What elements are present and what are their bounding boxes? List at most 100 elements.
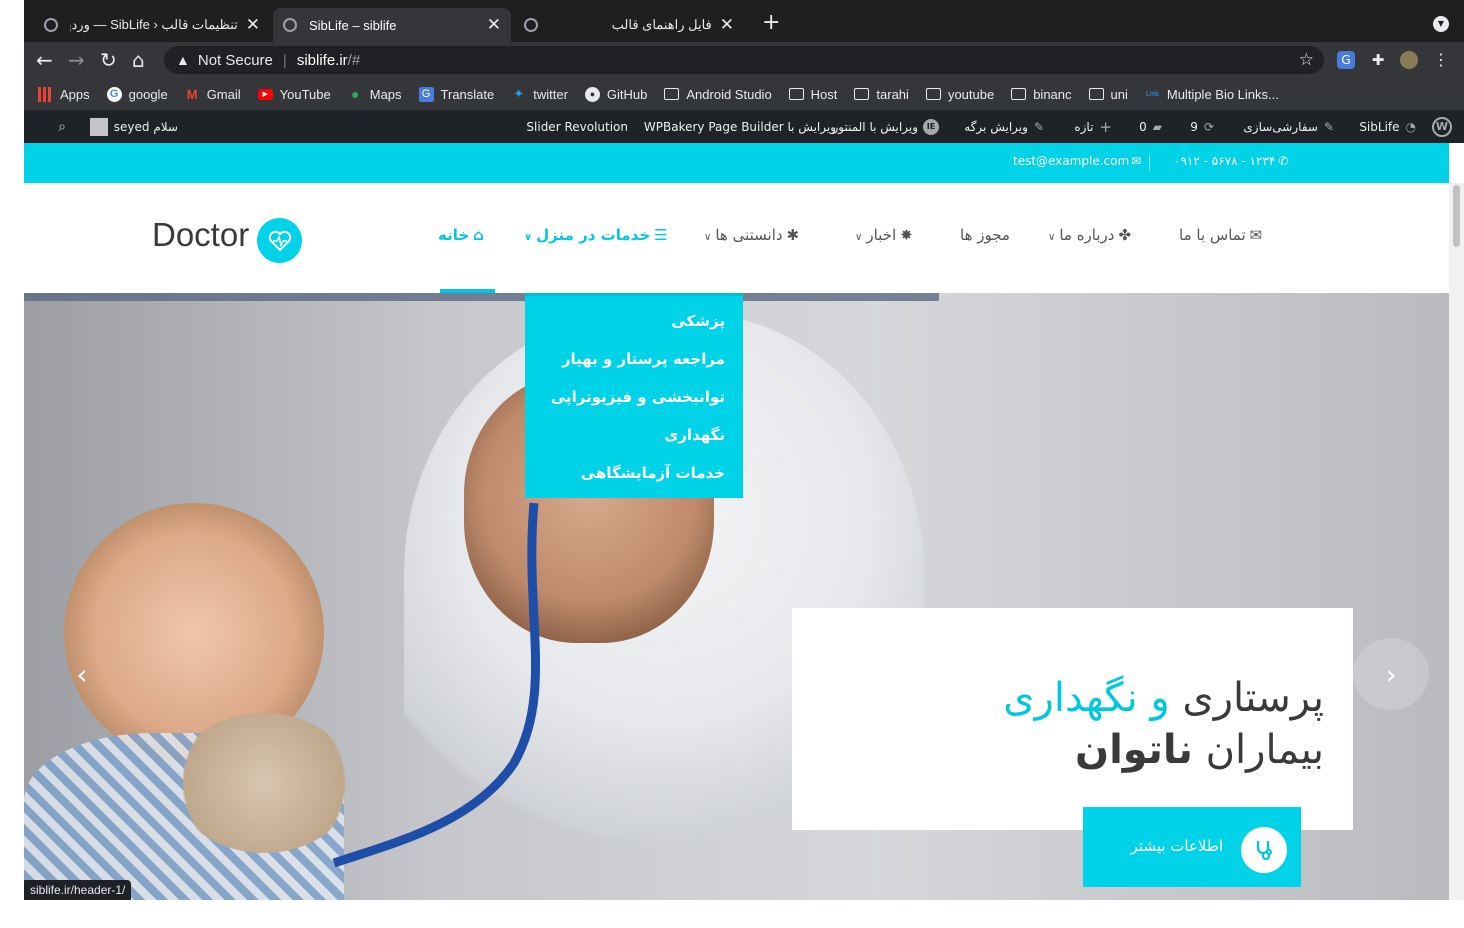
- updates-count: 9: [1190, 119, 1198, 134]
- edit-page-label: ویرایش برگه: [964, 119, 1028, 134]
- bookmark-host[interactable]: Host: [788, 87, 837, 102]
- admin-edit-page[interactable]: ✎ ویرایش برگه: [964, 110, 1044, 143]
- bookmark-google[interactable]: Ggoogle: [106, 86, 168, 102]
- menu-item-home[interactable]: ⌂خانه: [438, 226, 484, 244]
- menu-item-licenses[interactable]: مجوز ها: [960, 226, 1010, 244]
- bookmark-android-studio[interactable]: Android Studio: [664, 86, 772, 102]
- search-icon[interactable]: ⌕: [58, 110, 66, 143]
- envelope-icon: ✉: [1249, 226, 1263, 244]
- dropdown-item-medical[interactable]: پزشکی: [543, 308, 725, 346]
- bookmark-uni[interactable]: uni: [1088, 87, 1128, 102]
- admin-new[interactable]: + تازه: [1074, 110, 1112, 143]
- close-icon[interactable]: ✕: [487, 15, 501, 35]
- elementor-icon: IE: [923, 118, 939, 135]
- bookmark-apps[interactable]: Apps: [38, 86, 90, 102]
- close-icon[interactable]: ✕: [246, 15, 260, 35]
- bookmark-label: Maps: [369, 86, 402, 102]
- tab-theme-settings[interactable]: تنظیمات قالب ‹ SibLife — وردپرس ✕: [34, 8, 270, 42]
- forward-icon[interactable]: →: [68, 48, 85, 72]
- dropdown-item-nurse-visit[interactable]: مراجعه پرستار و بهیار: [543, 346, 725, 384]
- hero-text: پرستاری: [1182, 675, 1324, 721]
- bookmark-label: Android Studio: [686, 86, 772, 102]
- menu-item-contact[interactable]: ✉تماس با ما: [1179, 226, 1262, 244]
- site-logo-text[interactable]: Doctor: [152, 216, 249, 254]
- globe-icon: [283, 18, 297, 32]
- bookmark-label: GitHub: [606, 86, 648, 102]
- menu-label: خانه: [438, 226, 470, 244]
- github-icon: ●: [584, 86, 600, 102]
- phone-contact[interactable]: ۰۹۱۲ - ۵۶۷۸ - ۱۲۳۴ ✆: [1174, 154, 1288, 168]
- translate-extension-icon[interactable]: G: [1337, 51, 1355, 69]
- scrollbar-thumb[interactable]: [1453, 185, 1460, 247]
- bookmark-star-icon[interactable]: ☆: [1299, 50, 1314, 70]
- reload-icon[interactable]: ↻: [100, 48, 117, 72]
- chevron-down-icon: ∨: [1048, 232, 1056, 243]
- folder-icon: [788, 87, 804, 102]
- folder-icon: [1011, 87, 1027, 102]
- address-bar[interactable]: ▲ Not Secure | siblife.ir /# ☆: [164, 46, 1324, 74]
- phone-text: ۰۹۱۲ - ۵۶۷۸ - ۱۲۳۴: [1174, 154, 1276, 168]
- extensions-puzzle-icon[interactable]: ✚: [1369, 51, 1387, 69]
- wordpress-logo[interactable]: W: [1432, 110, 1452, 143]
- back-icon[interactable]: ←: [36, 48, 53, 72]
- new-tab-button[interactable]: +: [762, 12, 780, 34]
- admin-site-name[interactable]: ◔ SibLife: [1359, 110, 1416, 143]
- more-info-button[interactable]: اطلاعات بیشتر: [1083, 807, 1301, 887]
- bookmark-label: binanc: [1033, 86, 1072, 102]
- top-info-bar: ۰۹۱۲ - ۵۶۷۸ - ۱۲۳۴ ✆ test@example.com ✉: [24, 143, 1449, 183]
- link-icon: Link: [1145, 90, 1159, 98]
- bookmark-translate[interactable]: G Translate: [418, 86, 494, 102]
- chevron-down-icon: ∨: [704, 232, 712, 243]
- bookmark-youtube[interactable]: ▶ YouTube: [257, 87, 331, 102]
- wp-admin-bar: W ◔ SibLife ✎ سفارشی‌سازی ⟳ 9 ▰ 0 + تازه ✎ ویر…: [24, 110, 1464, 143]
- bookmark-github[interactable]: ● GitHub: [584, 86, 648, 102]
- admin-customize[interactable]: ✎ سفارشی‌سازی: [1243, 110, 1334, 143]
- page-scrollbar[interactable]: [1449, 183, 1464, 900]
- tab-search-icon[interactable]: ▼: [1433, 16, 1449, 32]
- admin-wpbakery[interactable]: ویرایش با WPBakery Page Builder: [644, 110, 836, 143]
- folder-icon: [925, 87, 941, 102]
- browser-menu-icon[interactable]: ⋮: [1432, 51, 1450, 69]
- security-label: Not Secure: [197, 51, 273, 69]
- site-name-label: SibLife: [1359, 119, 1400, 134]
- phone-icon: ✆: [1278, 154, 1289, 168]
- admin-elementor[interactable]: IE ویرایش با المنتور: [832, 110, 939, 143]
- bookmark-maps[interactable]: ● Maps: [348, 86, 402, 102]
- tab-siblife[interactable]: SibLife – siblife ✕: [273, 8, 511, 42]
- bookmark-tarahi[interactable]: tarahi: [854, 87, 909, 102]
- dropdown-item-lab-services[interactable]: خدمات آزمایشگاهی: [543, 460, 725, 498]
- slider-next-arrow[interactable]: ›: [1353, 638, 1429, 710]
- bookmark-binanc[interactable]: binanc: [1011, 86, 1072, 102]
- admin-slider-revolution[interactable]: Slider Revolution: [526, 110, 628, 143]
- bookmark-youtube-folder[interactable]: youtube: [925, 87, 994, 102]
- tab-guide[interactable]: فایل راهنمای قالب ✕: [514, 8, 744, 42]
- heartbeat-icon[interactable]: [257, 218, 302, 263]
- bookmark-twitter[interactable]: ✦ twitter: [511, 86, 568, 102]
- close-icon[interactable]: ✕: [720, 15, 734, 35]
- dropdown-item-physiotherapy[interactable]: توانبخشی و فیزیوتراپی: [543, 384, 725, 422]
- menu-label: درباره ما: [1059, 226, 1115, 244]
- youtube-icon: ▶: [257, 88, 273, 100]
- slider-prev-arrow[interactable]: ‹: [44, 638, 120, 710]
- dropdown-item-care[interactable]: نگهداری: [543, 422, 725, 460]
- browser-window: تنظیمات قالب ‹ SibLife — وردپرس ✕ SibLif…: [24, 0, 1464, 928]
- status-bar-url: siblife.ir/header-1/: [24, 880, 132, 900]
- url-path: /#: [347, 51, 361, 69]
- admin-updates[interactable]: ⟳ 9: [1190, 110, 1214, 143]
- profile-avatar[interactable]: [1400, 51, 1418, 69]
- bookmark-gmail[interactable]: M Gmail: [185, 87, 241, 102]
- updates-icon: ⟳: [1203, 119, 1214, 134]
- admin-account[interactable]: سلام seyed: [89, 110, 178, 143]
- admin-comments[interactable]: ▰ 0: [1139, 110, 1162, 143]
- menu-item-about[interactable]: ✤درباره ما∨: [1048, 226, 1131, 244]
- avatar: [89, 117, 108, 136]
- bookmark-bio-links[interactable]: Link Multiple Bio Links...: [1145, 87, 1279, 102]
- slider-progress-bar: [24, 293, 939, 301]
- email-contact[interactable]: test@example.com ✉: [1013, 154, 1141, 168]
- menu-item-knowledge[interactable]: ✱دانستنی ها∨: [704, 226, 799, 244]
- wpbakery-label: ویرایش با WPBakery Page Builder: [643, 119, 836, 134]
- home-icon[interactable]: ⌂: [132, 48, 145, 72]
- menu-item-news[interactable]: ✸اخبار∨: [855, 226, 913, 244]
- greeting-label: سلام seyed: [113, 119, 178, 134]
- menu-item-home-services[interactable]: ☰خدمات در منزل∨: [524, 226, 668, 244]
